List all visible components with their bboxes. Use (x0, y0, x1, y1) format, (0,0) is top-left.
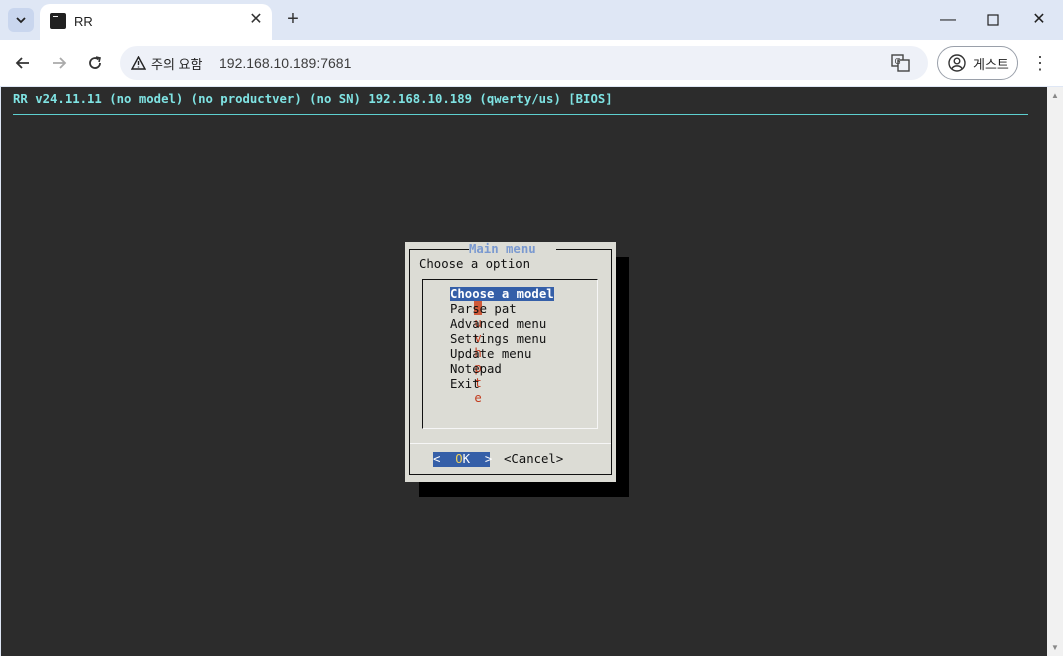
menu-item-settings-menu[interactable]: h Settings menu (430, 332, 546, 360)
maximize-icon[interactable] (970, 6, 1016, 34)
tab-search-button[interactable] (8, 8, 34, 32)
tab-title: RR (74, 14, 93, 29)
menu-item-update-menu[interactable]: p Update menu (430, 347, 531, 375)
more-menu-icon[interactable]: ⋮ (1030, 50, 1050, 76)
ok-button[interactable]: < OK > (433, 452, 492, 467)
chevron-down-icon (16, 17, 26, 24)
close-window-icon[interactable]: ✕ (1016, 6, 1062, 34)
menu-item-label: Settings menu (450, 332, 547, 346)
minimize-icon[interactable]: — (925, 6, 971, 34)
back-icon[interactable] (10, 50, 36, 76)
menu-item-exit[interactable]: e Exit (430, 377, 482, 405)
menu-item-key: e (474, 391, 482, 405)
warning-icon (131, 56, 146, 70)
menu-item-label: Advanced menu (450, 317, 547, 331)
close-tab-icon[interactable]: ✕ (246, 10, 266, 30)
dialog-title: Main menu (469, 242, 536, 256)
menu-item-label: Parse pat (450, 302, 517, 316)
menu-item-advanced-menu[interactable]: v Advanced menu (430, 317, 546, 345)
page-scrollbar[interactable]: ▲ ▼ (1047, 87, 1063, 656)
security-indicator[interactable]: 주의 요함 (124, 49, 210, 77)
menu-item-label: Update menu (450, 347, 532, 361)
security-label: 주의 요함 (151, 56, 203, 72)
menu-item-label: Notepad (450, 362, 502, 376)
terminal-favicon-icon (50, 13, 66, 29)
menu-item-label: Exit (450, 377, 480, 391)
avatar-icon (948, 54, 966, 72)
forward-icon[interactable] (46, 50, 72, 76)
profile-label: 게스트 (973, 56, 1009, 72)
profile-button[interactable]: 게스트 (937, 46, 1018, 80)
browser-toolbar: 주의 요함 192.168.10.189:7681 G 게스트 ⋮ (0, 40, 1063, 86)
scroll-up-icon[interactable]: ▲ (1051, 91, 1059, 100)
url-text[interactable]: 192.168.10.189:7681 (219, 55, 351, 71)
dialog-prompt: Choose a option (419, 257, 531, 271)
terminal-screen[interactable]: RR v24.11.11 (no model) (no productver) … (1, 87, 1047, 656)
new-tab-button[interactable]: + (281, 8, 305, 32)
menu-item-choose-model[interactable]: m Choose a model (430, 287, 554, 315)
translate-icon[interactable]: G (890, 53, 912, 73)
status-divider (13, 114, 1028, 115)
cancel-button[interactable]: <Cancel> (504, 452, 563, 466)
browser-tab[interactable]: RR ✕ (40, 4, 272, 40)
status-line: RR v24.11.11 (no model) (no productver) … (13, 92, 613, 106)
menu-item-notepad[interactable]: t Notepad (430, 362, 502, 390)
menu-item-parse-pat[interactable]: u Parse pat (430, 302, 517, 330)
address-bar[interactable]: 주의 요함 192.168.10.189:7681 G (120, 46, 928, 80)
svg-text:G: G (895, 57, 901, 66)
scroll-down-icon[interactable]: ▼ (1051, 643, 1059, 652)
reload-icon[interactable] (82, 50, 108, 76)
main-menu-dialog: Main menu Choose a option m Choose a mode… (405, 242, 616, 482)
dialog-separator (410, 443, 611, 444)
tab-strip: RR ✕ + — ✕ (0, 0, 1063, 40)
menu-item-label: Choose a model (450, 287, 554, 301)
